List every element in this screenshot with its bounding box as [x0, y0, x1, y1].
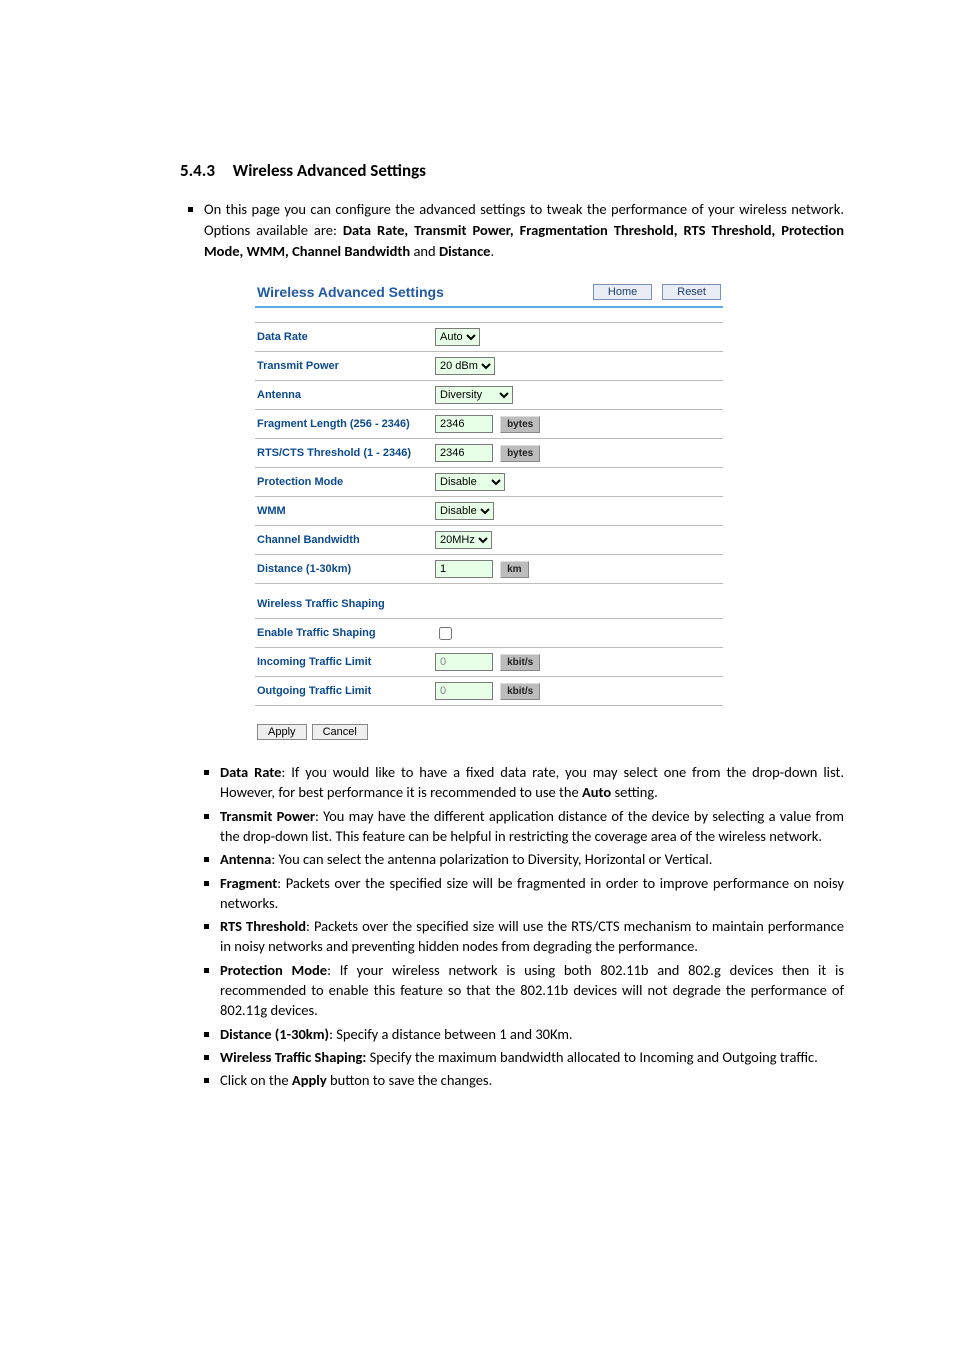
label-data-rate: Data Rate: [257, 331, 435, 343]
reset-button[interactable]: Reset: [662, 284, 721, 300]
row-outgoing-limit: Outgoing Traffic Limit kbit/s: [255, 676, 723, 705]
label-antenna: Antenna: [257, 389, 435, 401]
unit-kbits: kbit/s: [500, 654, 540, 671]
traffic-shaping-heading: Wireless Traffic Shaping: [257, 598, 721, 610]
description-list: Data Rate: If you would like to have a f…: [180, 762, 844, 1090]
apply-button[interactable]: Apply: [257, 724, 307, 740]
panel-top-buttons: Home Reset: [593, 284, 721, 300]
incoming-limit-input: [435, 653, 493, 671]
row-incoming-limit: Incoming Traffic Limit kbit/s: [255, 647, 723, 676]
row-enable-shaping: Enable Traffic Shaping: [255, 619, 723, 647]
enable-shaping-checkbox[interactable]: [439, 627, 452, 640]
fragment-length-input[interactable]: [435, 415, 493, 433]
label-transmit-power: Transmit Power: [257, 360, 435, 372]
row-protection-mode: Protection Mode Disable: [255, 467, 723, 496]
row-fragment-length: Fragment Length (256 - 2346) bytes: [255, 409, 723, 438]
label-protection-mode: Protection Mode: [257, 476, 435, 488]
channel-bandwidth-select[interactable]: 20MHz: [435, 531, 492, 549]
wmm-select[interactable]: Disable: [435, 502, 494, 520]
unit-bytes: bytes: [500, 416, 540, 433]
desc-fragment: Fragment: Packets over the specified siz…: [220, 873, 844, 914]
rts-threshold-input[interactable]: [435, 444, 493, 462]
section-number: 5.4.3: [180, 160, 215, 181]
home-button[interactable]: Home: [593, 284, 652, 300]
antenna-select[interactable]: Diversity: [435, 386, 513, 404]
label-channel-bandwidth: Channel Bandwidth: [257, 534, 435, 546]
cancel-button[interactable]: Cancel: [312, 724, 368, 740]
unit-km: km: [500, 561, 528, 578]
desc-distance: Distance (1-30km): Specify a distance be…: [220, 1024, 844, 1044]
row-distance: Distance (1-30km) km: [255, 554, 723, 583]
desc-traffic-shaping: Wireless Traffic Shaping: Specify the ma…: [220, 1047, 844, 1067]
document-page: 5.4.3 Wireless Advanced Settings On this…: [0, 0, 954, 1194]
desc-data-rate: Data Rate: If you would like to have a f…: [220, 762, 844, 803]
outgoing-limit-input: [435, 682, 493, 700]
label-rts-threshold: RTS/CTS Threshold (1 - 2346): [257, 447, 435, 459]
label-wmm: WMM: [257, 505, 435, 517]
row-data-rate: Data Rate Auto: [255, 323, 723, 351]
desc-apply: Click on the Apply button to save the ch…: [220, 1070, 844, 1090]
row-transmit-power: Transmit Power 20 dBm: [255, 351, 723, 380]
panel-title: Wireless Advanced Settings: [257, 284, 444, 300]
protection-mode-select[interactable]: Disable: [435, 473, 505, 491]
desc-antenna: Antenna: You can select the antenna pola…: [220, 849, 844, 869]
panel-bottom-buttons: Apply Cancel: [257, 724, 721, 740]
label-enable-shaping: Enable Traffic Shaping: [257, 627, 435, 639]
desc-transmit-power: Transmit Power: You may have the differe…: [220, 806, 844, 847]
label-outgoing-limit: Outgoing Traffic Limit: [257, 685, 435, 697]
row-antenna: Antenna Diversity: [255, 380, 723, 409]
label-fragment-length: Fragment Length (256 - 2346): [257, 418, 435, 430]
data-rate-select[interactable]: Auto: [435, 328, 480, 346]
intro-item: On this page you can configure the advan…: [204, 199, 844, 262]
desc-protection-mode: Protection Mode: If your wireless networ…: [220, 960, 844, 1021]
panel-divider: [255, 306, 723, 308]
section-heading: 5.4.3 Wireless Advanced Settings: [180, 160, 844, 181]
label-distance: Distance (1-30km): [257, 563, 435, 575]
settings-panel: Wireless Advanced Settings Home Reset Da…: [255, 280, 723, 740]
settings-rows: Data Rate Auto Transmit Power 20 dBm Ant…: [255, 322, 723, 584]
section-title: Wireless Advanced Settings: [233, 160, 426, 181]
label-incoming-limit: Incoming Traffic Limit: [257, 656, 435, 668]
intro-list: On this page you can configure the advan…: [180, 199, 844, 262]
row-rts-threshold: RTS/CTS Threshold (1 - 2346) bytes: [255, 438, 723, 467]
unit-bytes: bytes: [500, 445, 540, 462]
row-wmm: WMM Disable: [255, 496, 723, 525]
panel-header: Wireless Advanced Settings Home Reset: [255, 280, 723, 306]
distance-input[interactable]: [435, 560, 493, 578]
desc-rts-threshold: RTS Threshold: Packets over the specifie…: [220, 916, 844, 957]
row-channel-bandwidth: Channel Bandwidth 20MHz: [255, 525, 723, 554]
shaping-rows: Enable Traffic Shaping Incoming Traffic …: [255, 618, 723, 706]
unit-kbits: kbit/s: [500, 683, 540, 700]
transmit-power-select[interactable]: 20 dBm: [435, 357, 495, 375]
